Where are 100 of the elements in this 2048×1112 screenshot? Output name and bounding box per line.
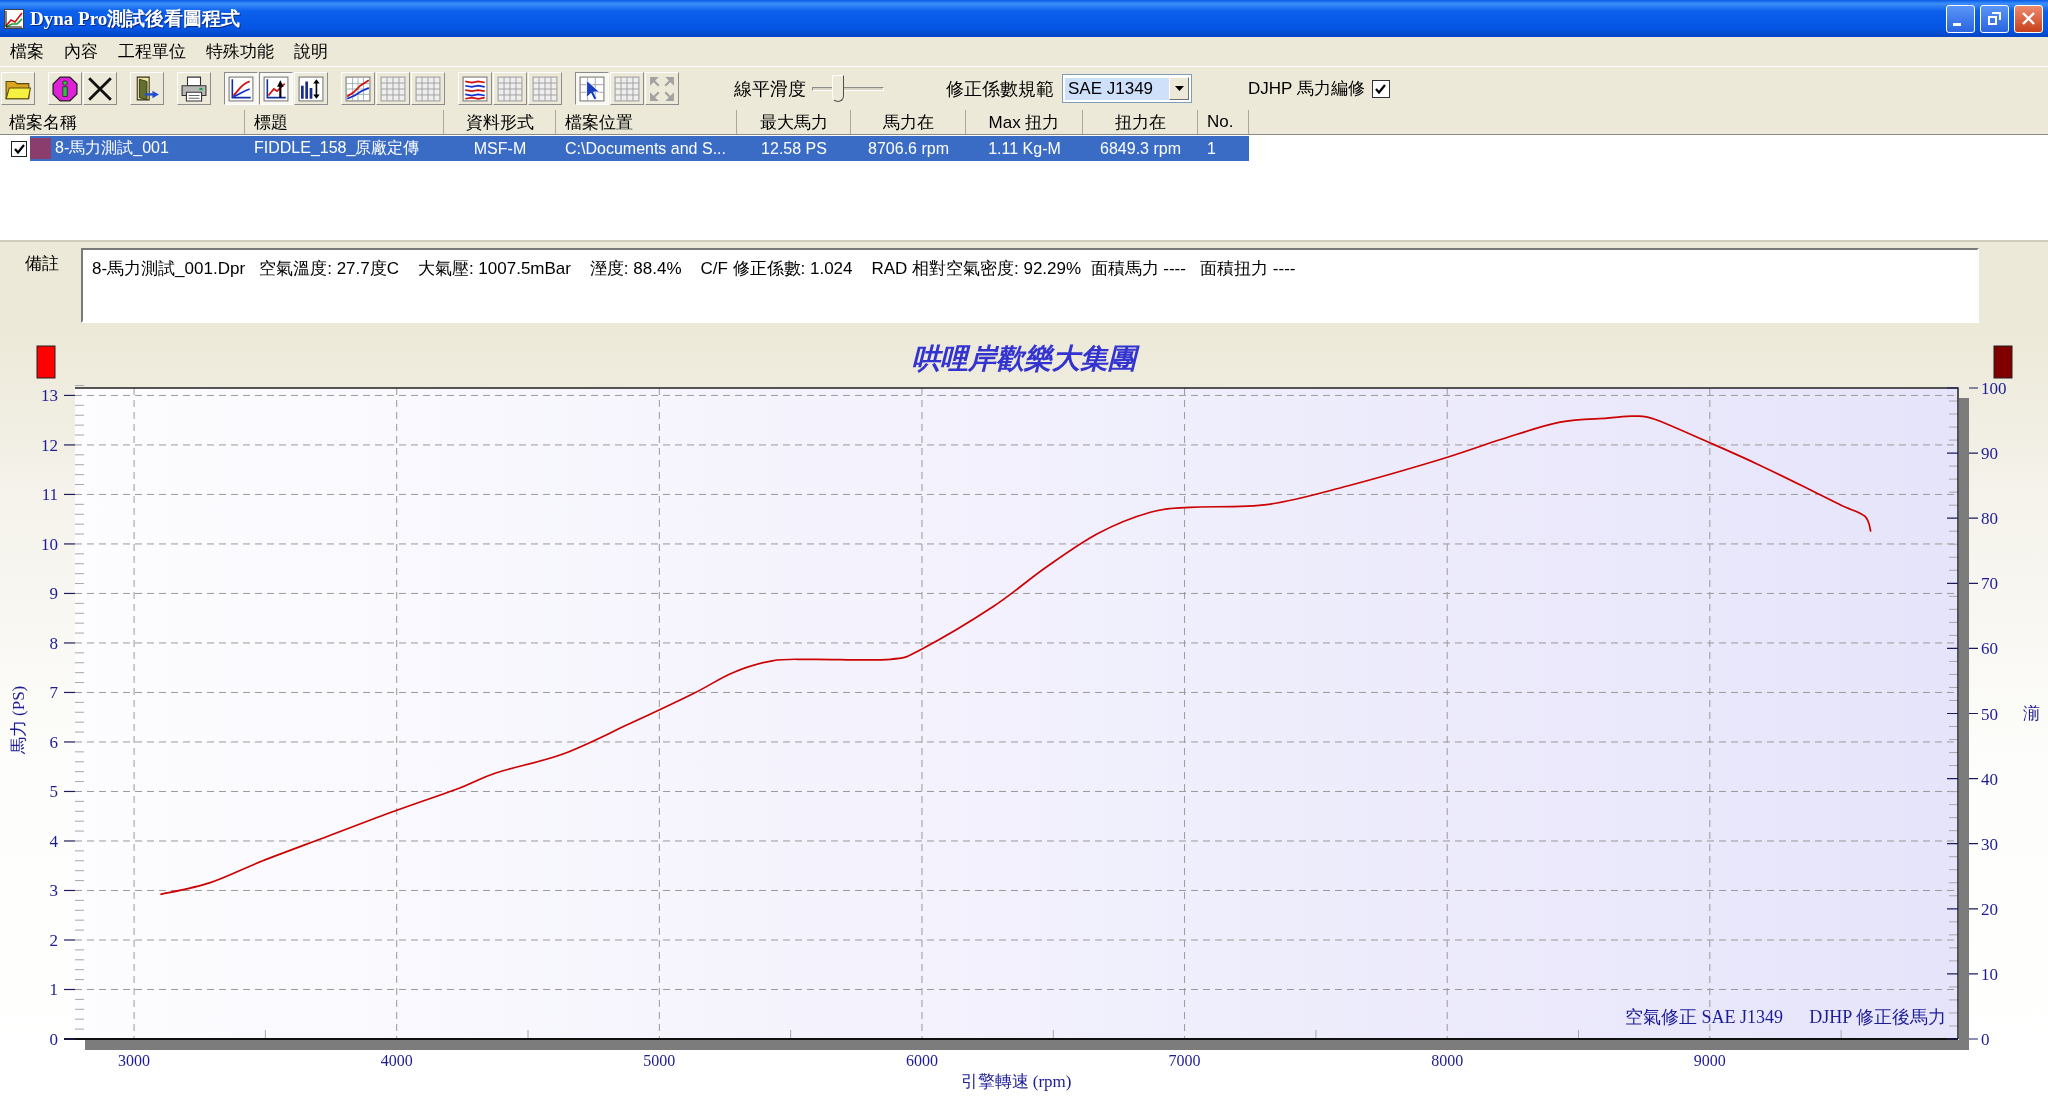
- axis-tick-label: 60: [1981, 639, 1998, 659]
- table-cell-text: C:\Documents and S...: [564, 138, 727, 159]
- toolbar-button[interactable]: [224, 72, 258, 105]
- close-button[interactable]: [2014, 4, 2043, 33]
- axis-tick-label: 40: [1981, 769, 1998, 789]
- slider-thumb[interactable]: [832, 74, 845, 102]
- menu-item[interactable]: 工程單位: [108, 38, 196, 65]
- column-header[interactable]: 馬力在: [851, 110, 966, 134]
- axis-tick-label: 4000: [380, 1052, 413, 1069]
- minimize-icon: [1952, 23, 1961, 26]
- axis-tick-label: 0: [49, 1030, 58, 1049]
- caret-icon: [1174, 86, 1184, 91]
- app-chart-icon: [4, 8, 24, 29]
- column-header[interactable]: 扭力在: [1083, 110, 1198, 134]
- djhp-edit-label: DJHP 馬力編修: [1248, 78, 1365, 100]
- axis-tick-label: 10: [1981, 964, 1998, 984]
- toolbar-button[interactable]: [259, 72, 293, 105]
- expand-icon: [649, 75, 675, 102]
- menu-item[interactable]: 特殊功能: [196, 38, 284, 65]
- axis-title: 引擎轉速 (rpm): [960, 1072, 1072, 1091]
- axis-tick-label: 80: [1981, 509, 1998, 529]
- bar-arrows-icon: [298, 75, 324, 102]
- cross-icon: [87, 75, 113, 102]
- axis-title: 馬力 (PS): [9, 685, 28, 755]
- column-header[interactable]: 最大馬力: [737, 110, 851, 134]
- column-header[interactable]: 檔案名稱: [0, 110, 245, 134]
- table-cell-text: 8706.6 rpm: [867, 138, 950, 159]
- dropdown-arrow-button[interactable]: [1169, 77, 1189, 100]
- axis-tick-label: 12: [41, 435, 58, 455]
- menu-item[interactable]: 說明: [284, 38, 338, 65]
- correction-label: 修正係數規範: [946, 77, 1054, 101]
- axis-tick-label: 5000: [643, 1052, 676, 1069]
- restore-button[interactable]: [1980, 4, 2009, 33]
- grid-icon: [415, 75, 441, 102]
- table-cell-text: FIDDLE_158_原廠定傳: [253, 138, 421, 158]
- close-icon: [2022, 12, 2035, 25]
- axis-tick-label: 7: [49, 683, 58, 703]
- axis-tick-label: 8000: [1431, 1052, 1464, 1069]
- minimize-button[interactable]: [1946, 4, 1975, 33]
- axis-tick-label: 5: [49, 782, 58, 802]
- grid-icon: [380, 75, 406, 102]
- axis-tick-label: 13: [41, 386, 58, 406]
- multi-line-chart-icon: [462, 75, 488, 102]
- axis-tick-label: 6000: [905, 1052, 938, 1069]
- axis-tick-label: 0: [1981, 1030, 1990, 1049]
- menu-item[interactable]: 檔案: [0, 38, 54, 65]
- axis-tick-label: 9000: [1693, 1052, 1726, 1069]
- axis-tick-label: 3: [49, 881, 58, 901]
- axis-title: 湔: [2022, 704, 2040, 723]
- column-header[interactable]: Max 扭力: [966, 110, 1083, 134]
- toolbar-button[interactable]: [575, 72, 609, 105]
- row-checkbox[interactable]: [11, 140, 27, 157]
- restore-icon: [1988, 12, 2001, 25]
- axis-tick-label: 8: [49, 633, 58, 653]
- axis-tick-label: 30: [1981, 834, 1998, 854]
- table-cell-text: 1.11 Kg-M: [987, 138, 1062, 159]
- axis-tick-label: 4: [49, 832, 58, 851]
- axis-tick-label: 7000: [1168, 1052, 1201, 1069]
- line-chart-icon: [228, 75, 254, 102]
- table-cell-text: MSF-M: [472, 138, 528, 159]
- grid-chart-icon: [345, 75, 371, 102]
- axis-tick-label: 2: [49, 931, 58, 950]
- correction-dropdown[interactable]: SAE J1349: [1062, 74, 1192, 103]
- notes-field[interactable]: 8-馬力測試_001.Dpr 空氣溫度: 27.7度C 大氣壓: 1007.5mBar 溼度: 88.4% C/F 修正係數: 1.024 RAD 相對空氣密度: 92.29% 面積馬力 ---- 面積扭力 ----: [81, 248, 1979, 323]
- legend-label: 空氣修正 SAE J1349: [1625, 1007, 1783, 1027]
- menu-item[interactable]: 內容: [54, 38, 108, 65]
- printer-icon: [181, 75, 207, 102]
- axis-tick-label: 9: [49, 584, 58, 604]
- axis-tick-label: 1: [49, 980, 58, 1000]
- door-arrow-icon: [134, 75, 160, 102]
- column-header[interactable]: 檔案位置: [556, 110, 737, 134]
- axis-tick-label: 20: [1981, 899, 1998, 919]
- djhp-checkbox[interactable]: [1371, 79, 1390, 98]
- info-icon: [52, 75, 78, 102]
- table-cell-text: 12.58 PS: [760, 138, 828, 159]
- check-icon: [13, 143, 25, 154]
- pointer-icon: [579, 75, 605, 102]
- check-icon: [1375, 83, 1387, 94]
- grid-icon: [614, 75, 640, 102]
- window-title: Dyna Pro測試後看圖程式: [30, 6, 242, 31]
- file-row[interactable]: 8-馬力測試_001 FIDDLE_158_原廠定傳 MSF-M C:\Documents and S... 12.58 PS 8706.6 rpm 1.11 Kg-M 6849.3 rpm 1: [30, 136, 1249, 161]
- notes-label: 備註: [25, 253, 60, 275]
- axis-tick-label: 6: [49, 732, 58, 752]
- grid-icon: [497, 75, 523, 102]
- axis-tick-label: 11: [41, 485, 58, 505]
- axis-tick-label: 100: [1981, 379, 2007, 398]
- axis-tick-label: 70: [1981, 574, 1998, 594]
- table-cell-text: 1: [1206, 138, 1217, 159]
- column-header[interactable]: 標題: [245, 110, 444, 134]
- axis-tick-label: 10: [41, 534, 58, 554]
- axis-tick-label: 90: [1981, 444, 1998, 464]
- grid-icon: [532, 75, 558, 102]
- column-header[interactable]: 資料形式: [444, 110, 556, 134]
- table-cell-text: 8-馬力測試_001: [55, 138, 169, 158]
- column-header[interactable]: No.: [1198, 110, 1249, 134]
- axis-tick-label: 3000: [118, 1052, 151, 1069]
- axis-tick-label: 50: [1981, 704, 1998, 724]
- table-cell-text: 6849.3 rpm: [1099, 138, 1182, 159]
- smoothing-label: 線平滑度: [734, 77, 806, 101]
- legend-label: DJHP 修正後馬力: [1809, 1007, 1946, 1027]
